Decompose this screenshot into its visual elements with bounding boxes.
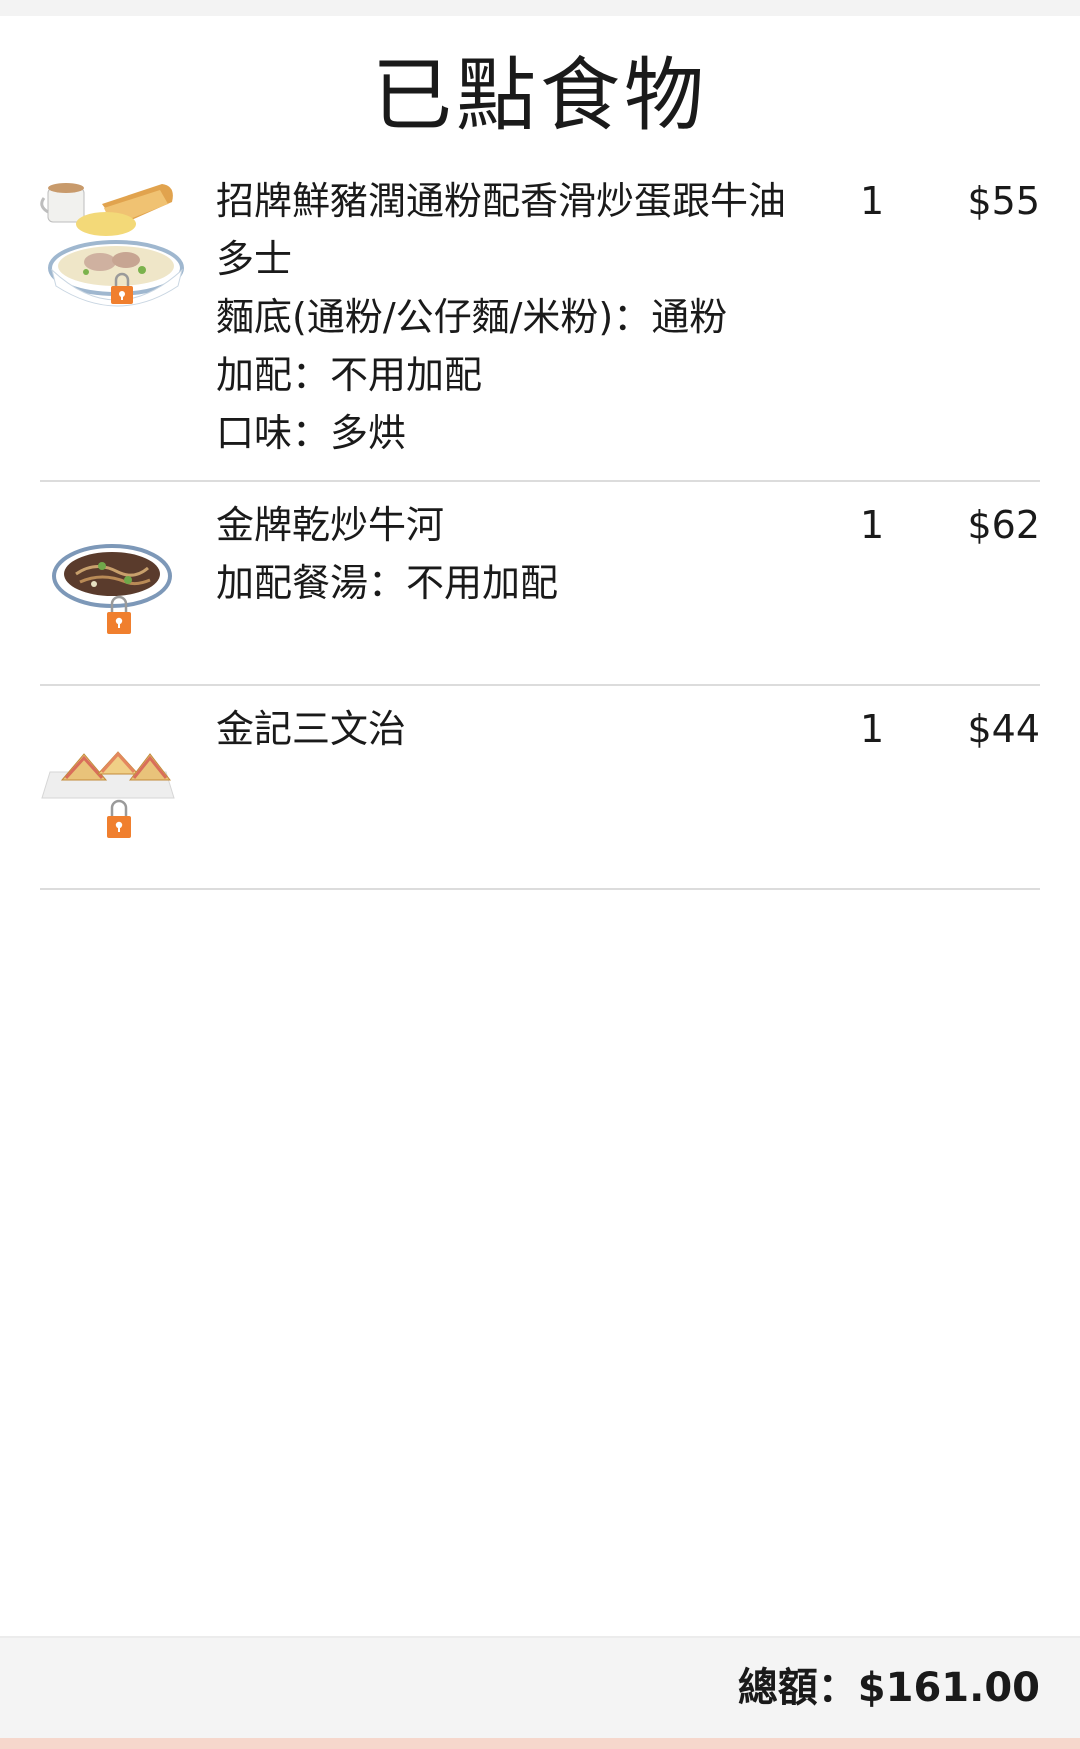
footer-bar: 總額：$161.00 (0, 1636, 1080, 1738)
item-option: 麵底(通粉/公仔麵/米粉)：通粉 (216, 295, 728, 339)
item-option: 加配：不用加配 (216, 353, 483, 397)
item-quantity: 1 (860, 707, 885, 751)
item-name: 金牌乾炒牛河 (216, 503, 445, 547)
noodle-set-image (40, 174, 188, 330)
item-quantity: 1 (860, 179, 885, 223)
bottom-accent-bar (0, 1738, 1080, 1749)
item-details: 金記三文治 (216, 700, 816, 758)
item-quantity: 1 (860, 503, 885, 547)
order-item[interactable]: 招牌鮮豬潤通粉配香滑炒蛋跟牛油多士 麵底(通粉/公仔麵/米粉)：通粉 加配：不用… (40, 158, 1040, 482)
page-title: 已點食物 (372, 49, 708, 142)
item-details: 金牌乾炒牛河 加配餐湯：不用加配 (216, 496, 816, 612)
lock-icon (107, 799, 131, 838)
order-list: 招牌鮮豬潤通粉配香滑炒蛋跟牛油多士 麵底(通粉/公仔麵/米粉)：通粉 加配：不用… (40, 158, 1040, 890)
order-total: 總額：$161.00 (737, 1665, 1040, 1711)
fried-beef-noodle-image (40, 530, 188, 686)
item-price: $62 (967, 503, 1040, 547)
order-item[interactable]: 金牌乾炒牛河 加配餐湯：不用加配 1 $62 (40, 482, 1040, 686)
item-name: 金記三文治 (216, 707, 407, 751)
item-price: $55 (967, 179, 1040, 223)
item-name: 招牌鮮豬潤通粉配香滑炒蛋跟牛油多士 (216, 179, 787, 281)
item-details: 招牌鮮豬潤通粉配香滑炒蛋跟牛油多士 麵底(通粉/公仔麵/米粉)：通粉 加配：不用… (216, 172, 816, 462)
order-item[interactable]: 金記三文治 1 $44 (40, 686, 1040, 890)
item-option: 口味：多烘 (216, 411, 407, 455)
item-option: 加配餐湯：不用加配 (216, 561, 559, 605)
item-price: $44 (967, 707, 1040, 751)
top-strip (0, 0, 1080, 16)
sandwich-image (40, 734, 188, 890)
